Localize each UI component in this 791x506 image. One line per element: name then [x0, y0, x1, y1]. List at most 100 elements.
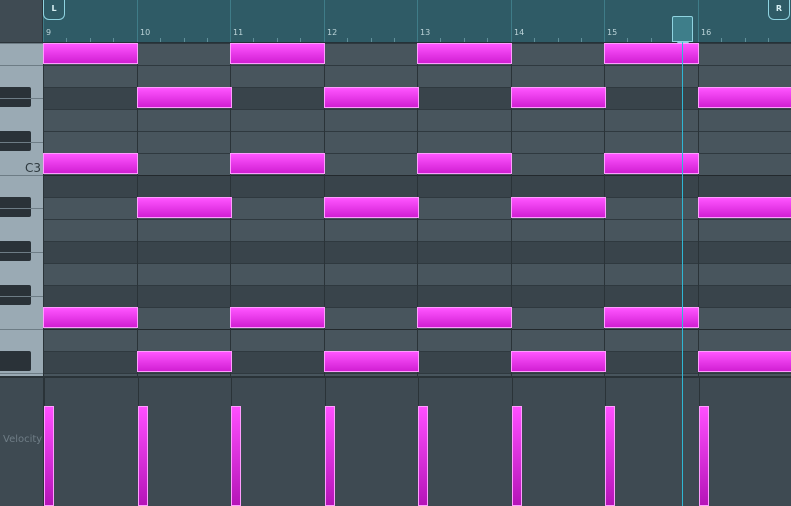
bar-number: 14 [514, 28, 525, 37]
velocity-bar[interactable] [325, 406, 335, 506]
beat-tick [184, 38, 185, 42]
midi-note[interactable] [511, 87, 606, 108]
beat-tick [627, 38, 628, 42]
midi-note[interactable] [698, 87, 791, 108]
loop-start-marker[interactable]: L [43, 0, 65, 20]
beat-tick [534, 38, 535, 42]
midi-note[interactable] [604, 307, 699, 328]
beat-tick [113, 38, 114, 42]
beat-tick [277, 38, 278, 42]
note-grid[interactable] [43, 43, 791, 376]
loop-end-label: R [775, 4, 783, 13]
midi-note[interactable] [43, 307, 138, 328]
velocity-bar[interactable] [231, 406, 241, 506]
bar-tick [230, 0, 231, 42]
black-key[interactable] [0, 87, 31, 107]
bar-number: 11 [233, 28, 244, 37]
piano-keyboard[interactable]: C3 [0, 43, 43, 376]
midi-note[interactable] [604, 43, 699, 64]
midi-note[interactable] [417, 153, 512, 174]
beat-tick [394, 38, 395, 42]
black-key[interactable] [0, 285, 31, 305]
midi-note[interactable] [511, 351, 606, 372]
white-key-divider [0, 373, 43, 374]
midi-note[interactable] [698, 351, 791, 372]
bar-tick [137, 0, 138, 42]
white-key-divider [0, 43, 43, 44]
velocity-bar[interactable] [418, 406, 428, 506]
white-key-divider [0, 252, 43, 253]
midi-note[interactable] [137, 197, 232, 218]
beat-tick [207, 38, 208, 42]
velocity-bar[interactable] [44, 406, 54, 506]
beat-tick [464, 38, 465, 42]
beat-tick [160, 38, 161, 42]
white-key-divider [0, 142, 43, 143]
white-key-divider [0, 175, 43, 176]
white-key-divider [0, 98, 43, 99]
midi-note[interactable] [511, 197, 606, 218]
black-key[interactable] [0, 131, 31, 151]
bar-number: 12 [327, 28, 338, 37]
velocity-bar[interactable] [138, 406, 148, 506]
bar-tick [324, 0, 325, 42]
midi-note[interactable] [230, 43, 325, 64]
beat-tick [90, 38, 91, 42]
bar-number: 16 [701, 28, 712, 37]
midi-note[interactable] [417, 43, 512, 64]
black-key[interactable] [0, 351, 31, 371]
bar-number: 13 [420, 28, 431, 37]
piano-roll-corner [0, 0, 43, 43]
bar-number: 15 [607, 28, 618, 37]
white-key-divider [0, 208, 43, 209]
midi-note[interactable] [698, 197, 791, 218]
black-key[interactable] [0, 241, 31, 261]
velocity-lane[interactable]: Velocity [0, 376, 791, 506]
midi-note[interactable] [230, 153, 325, 174]
midi-note[interactable] [43, 43, 138, 64]
bar-tick [417, 0, 418, 42]
beat-tick [371, 38, 372, 42]
bar-tick [698, 0, 699, 42]
white-key-divider [0, 329, 43, 330]
midi-note[interactable] [324, 197, 419, 218]
velocity-bar[interactable] [512, 406, 522, 506]
beat-tick [300, 38, 301, 42]
midi-note[interactable] [230, 307, 325, 328]
piano-roll-window: 9 10 11 12 13 14 15 16 L R C3 Velocity [0, 0, 791, 506]
bar-number: 10 [140, 28, 151, 37]
midi-note[interactable] [324, 351, 419, 372]
beat-tick [487, 38, 488, 42]
beat-tick [581, 38, 582, 42]
beat-tick [253, 38, 254, 42]
beat-tick [440, 38, 441, 42]
midi-note[interactable] [43, 153, 138, 174]
playhead-line [682, 42, 683, 506]
midi-note[interactable] [417, 307, 512, 328]
beat-tick [745, 38, 746, 42]
beat-tick [347, 38, 348, 42]
velocity-bar[interactable] [605, 406, 615, 506]
beat-tick [66, 38, 67, 42]
beat-tick [558, 38, 559, 42]
white-key-divider [0, 65, 43, 66]
playhead-handle[interactable] [672, 16, 693, 49]
midi-note[interactable] [324, 87, 419, 108]
loop-start-label: L [51, 4, 57, 13]
midi-note[interactable] [604, 153, 699, 174]
beat-tick [721, 38, 722, 42]
bar-tick [511, 0, 512, 42]
velocity-bar[interactable] [699, 406, 709, 506]
midi-note[interactable] [137, 87, 232, 108]
bar-tick [604, 0, 605, 42]
c3-key-label: C3 [25, 161, 42, 175]
bar-number: 9 [46, 28, 52, 37]
beat-tick [768, 38, 769, 42]
midi-note[interactable] [137, 351, 232, 372]
black-key[interactable] [0, 197, 31, 217]
white-key-divider [0, 296, 43, 297]
beat-tick [651, 38, 652, 42]
velocity-area[interactable] [43, 378, 791, 506]
velocity-label: Velocity [3, 434, 43, 445]
loop-end-marker[interactable]: R [768, 0, 790, 20]
